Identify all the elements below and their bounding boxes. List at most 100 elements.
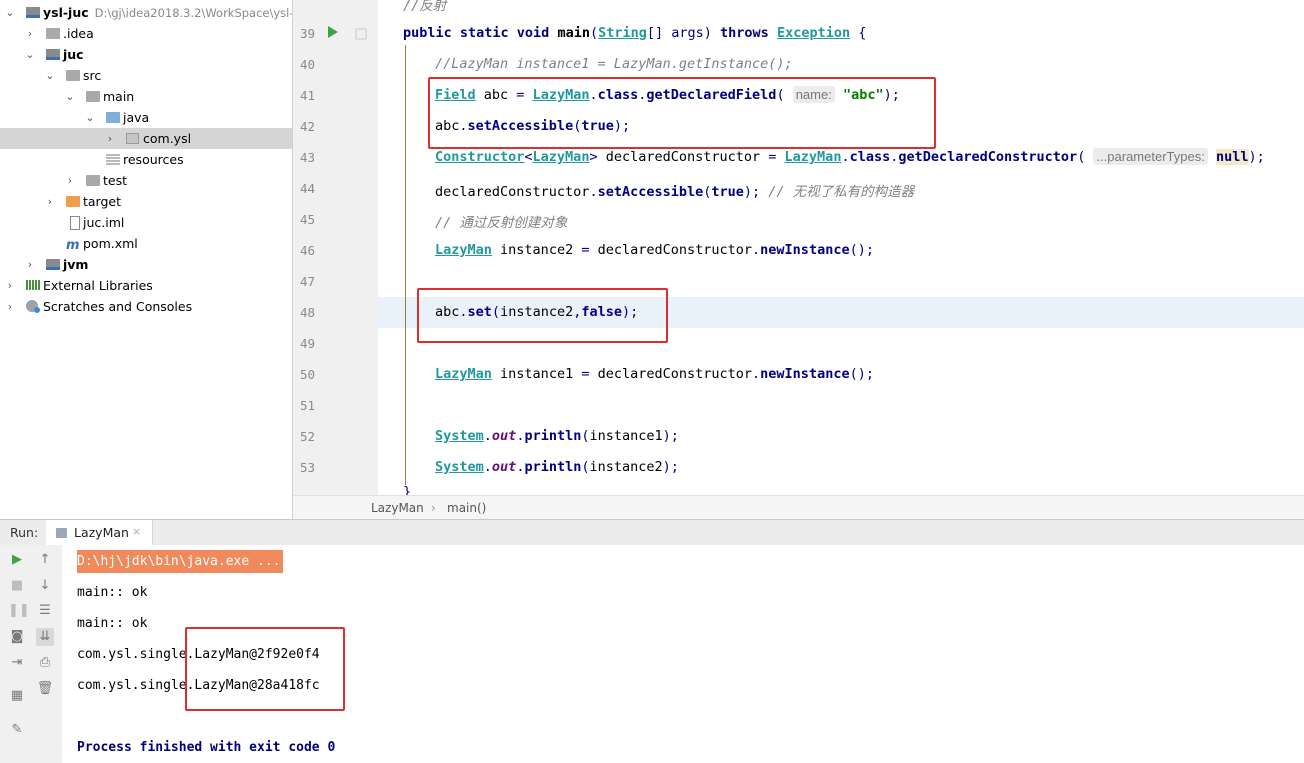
root-project-name: ysl-juc bbox=[43, 5, 89, 20]
code-closing-brace: } bbox=[403, 484, 412, 495]
code-line-52: System.out.println(instance1); bbox=[435, 428, 679, 444]
console-command-line[interactable]: D:\hj\jdk\bin\java.exe ... bbox=[77, 550, 283, 573]
method-marker-icon bbox=[355, 28, 367, 40]
editor-gutter: 39 40 41 42 43 44 45 46 47 48 49 50 51 5… bbox=[293, 0, 378, 495]
up-arrow-icon[interactable]: ↑ bbox=[36, 551, 54, 569]
tree-item-label: juc bbox=[63, 47, 84, 62]
folder-icon bbox=[86, 91, 100, 102]
code-line-39: public static void main(String[] args) t… bbox=[403, 25, 867, 41]
pause-icon[interactable]: ❚❚ bbox=[8, 602, 30, 620]
tree-item-label: java bbox=[123, 110, 150, 125]
trash-icon[interactable]: 🗑 bbox=[36, 680, 54, 698]
tree-item-idea[interactable]: › .idea bbox=[0, 23, 292, 44]
line-number: 46 bbox=[299, 243, 315, 258]
tree-item-juc-iml[interactable]: juc.iml bbox=[0, 212, 292, 233]
comment-ignore-private: // 无视了私有的构造器 bbox=[768, 184, 915, 200]
tree-item-com-ysl[interactable]: › com.ysl bbox=[0, 128, 292, 149]
line-number: 48 bbox=[299, 305, 315, 320]
chevron-right-icon[interactable]: › bbox=[4, 275, 16, 296]
module-folder-icon bbox=[46, 259, 60, 270]
print-icon[interactable]: ⎙ bbox=[36, 654, 54, 672]
exit-icon[interactable]: ⇥ bbox=[8, 654, 26, 672]
console-exit-message: Process finished with exit code 0 bbox=[77, 740, 336, 755]
module-folder-icon bbox=[26, 7, 40, 18]
run-gutter-icon[interactable] bbox=[327, 25, 339, 39]
tree-item-jvm[interactable]: › jvm bbox=[0, 254, 292, 275]
tree-item-label: External Libraries bbox=[43, 278, 153, 293]
tree-item-main[interactable]: ⌄ main bbox=[0, 86, 292, 107]
pin-icon[interactable]: ✎ bbox=[8, 721, 26, 739]
project-tree-panel: ⌄ ysl-juc D:\gj\idea2018.3.2\WorkSpace\ys… bbox=[0, 0, 293, 519]
breadcrumb-class[interactable]: LazyMan bbox=[371, 496, 424, 520]
tree-item-resources[interactable]: resources bbox=[0, 149, 292, 170]
layout-icon[interactable]: ▦ bbox=[8, 687, 26, 705]
close-icon[interactable]: × bbox=[132, 525, 141, 538]
code-line-53: System.out.println(instance2); bbox=[435, 459, 679, 475]
code-comment-reflection: //反射 bbox=[403, 0, 447, 14]
line-number: 43 bbox=[299, 150, 315, 165]
run-toolbar: ▶ ■ ❚❚ ◙ ⇥ ▦ ✎ ↑ ↓ ☰ ⇊ ⎙ 🗑 bbox=[0, 545, 63, 763]
line-number: 41 bbox=[299, 88, 315, 103]
tree-item-label: pom.xml bbox=[83, 236, 138, 251]
rerun-icon[interactable]: ▶ bbox=[8, 551, 26, 569]
scroll-to-end-icon[interactable]: ⇊ bbox=[36, 628, 54, 646]
tree-item-target[interactable]: › target bbox=[0, 191, 292, 212]
soft-wrap-icon[interactable]: ☰ bbox=[36, 602, 54, 620]
tree-root-ysl-juc[interactable]: ⌄ ysl-juc D:\gj\idea2018.3.2\WorkSpace\ys… bbox=[0, 2, 292, 23]
stop-icon[interactable]: ■ bbox=[8, 577, 26, 595]
line-number: 44 bbox=[299, 181, 315, 196]
chevron-right-icon[interactable]: › bbox=[4, 296, 16, 317]
param-hint-types: ...parameterTypes: bbox=[1093, 148, 1208, 165]
chevron-down-icon[interactable]: ⌄ bbox=[4, 2, 16, 23]
tree-item-test[interactable]: › test bbox=[0, 170, 292, 191]
iml-file-icon bbox=[70, 216, 80, 230]
chevron-right-icon[interactable]: › bbox=[44, 191, 56, 212]
source-folder-icon bbox=[106, 112, 120, 123]
tree-item-src[interactable]: ⌄ src bbox=[0, 65, 292, 86]
indent-guide bbox=[405, 45, 406, 485]
run-tab-lazyman[interactable]: LazyMan × bbox=[46, 520, 153, 546]
down-arrow-icon[interactable]: ↓ bbox=[36, 577, 54, 595]
tree-item-java[interactable]: ⌄ java bbox=[0, 107, 292, 128]
chevron-right-icon[interactable]: › bbox=[104, 128, 116, 149]
chevron-down-icon[interactable]: ⌄ bbox=[64, 86, 76, 107]
libraries-icon bbox=[26, 280, 40, 290]
line-number: 40 bbox=[299, 57, 315, 72]
resources-folder-icon bbox=[106, 154, 120, 165]
tree-item-pom-xml[interactable]: m pom.xml bbox=[0, 233, 292, 254]
breadcrumb-method[interactable]: main() bbox=[447, 496, 486, 520]
tree-item-juc[interactable]: ⌄ juc bbox=[0, 44, 292, 65]
code-editor[interactable]: //反射 public static void main(String[] ar… bbox=[378, 0, 1304, 495]
tree-item-external-libraries[interactable]: › External Libraries bbox=[0, 275, 292, 296]
scratches-icon bbox=[26, 300, 40, 313]
chevron-right-icon[interactable]: › bbox=[24, 254, 36, 275]
tree-item-label: main bbox=[103, 89, 135, 104]
tree-item-scratches[interactable]: › Scratches and Consoles bbox=[0, 296, 292, 317]
folder-icon bbox=[66, 70, 80, 81]
chevron-down-icon[interactable]: ⌄ bbox=[84, 107, 96, 128]
highlight-box-set bbox=[417, 288, 668, 343]
chevron-right-icon[interactable]: › bbox=[64, 170, 76, 191]
line-number: 49 bbox=[299, 336, 315, 351]
package-icon bbox=[126, 133, 139, 144]
line-number: 42 bbox=[299, 119, 315, 134]
line-number: 45 bbox=[299, 212, 315, 227]
excluded-folder-icon bbox=[66, 196, 80, 207]
tree-item-label: juc.iml bbox=[83, 215, 125, 230]
run-label: Run: bbox=[10, 525, 39, 540]
camera-icon[interactable]: ◙ bbox=[8, 628, 26, 646]
tree-item-label: jvm bbox=[63, 257, 89, 272]
line-number: 50 bbox=[299, 367, 315, 382]
folder-icon bbox=[86, 175, 100, 186]
chevron-down-icon[interactable]: ⌄ bbox=[44, 65, 56, 86]
tree-item-label: .idea bbox=[63, 26, 94, 41]
chevron-down-icon[interactable]: ⌄ bbox=[24, 44, 36, 65]
line-number: 47 bbox=[299, 274, 315, 289]
chevron-right-icon[interactable]: › bbox=[24, 23, 36, 44]
code-line-50: LazyMan instance1 = declaredConstructor.… bbox=[435, 366, 874, 382]
code-line-43: Constructor<LazyMan> declaredConstructor… bbox=[435, 148, 1265, 165]
code-line-45: // 通过反射创建对象 bbox=[435, 215, 568, 231]
highlight-box-field bbox=[428, 77, 936, 149]
line-number: 53 bbox=[299, 460, 315, 475]
tree-item-label: Scratches and Consoles bbox=[43, 299, 193, 314]
